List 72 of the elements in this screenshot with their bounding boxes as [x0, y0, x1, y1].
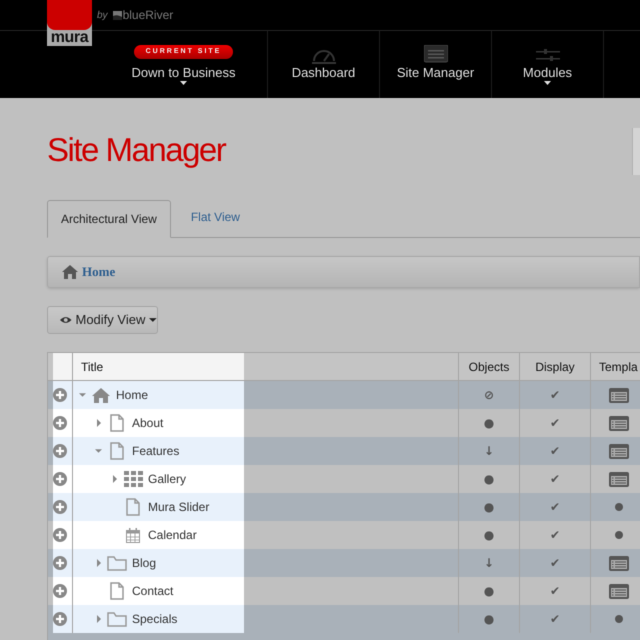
objects-status: ● — [484, 471, 494, 488]
add-icon[interactable] — [53, 416, 67, 430]
page-title-link[interactable]: Blog — [132, 554, 156, 572]
column-header[interactable]: Title — [73, 353, 459, 380]
add-icon[interactable] — [53, 528, 67, 542]
add-icon[interactable] — [53, 556, 67, 570]
add-icon[interactable] — [53, 584, 67, 598]
view-tab[interactable]: Flat View — [170, 199, 260, 237]
collapsed-caret-icon[interactable] — [96, 559, 100, 567]
nav-item[interactable]: Modules — [492, 31, 604, 98]
side-panel-edge — [632, 128, 640, 175]
page-title: Site Manager — [47, 130, 227, 170]
collapsed-caret-icon[interactable] — [96, 615, 100, 623]
collapsed-caret-icon[interactable] — [96, 419, 100, 427]
column-header[interactable]: Display — [520, 353, 591, 380]
display-status: ✔ — [550, 611, 560, 628]
expanded-caret-icon[interactable] — [95, 449, 102, 453]
objects-status: ⊘ — [484, 387, 494, 404]
page-icon — [110, 414, 124, 432]
page-title-link[interactable]: Home — [116, 386, 148, 404]
display-status: ✔ — [550, 555, 560, 572]
objects-status: ● — [484, 499, 494, 516]
display-status: ✔ — [550, 527, 560, 544]
grid-icon — [124, 471, 142, 487]
page-title-link[interactable]: Mura Slider — [148, 498, 210, 516]
page-title-link[interactable]: Calendar — [148, 526, 197, 544]
page-icon — [126, 498, 140, 516]
add-icon[interactable] — [53, 500, 67, 514]
page-icon — [110, 442, 124, 460]
by-label: by — [97, 8, 108, 22]
home-icon — [92, 388, 110, 402]
objects-status: ↓ — [484, 555, 494, 572]
calendar-icon — [126, 528, 140, 542]
page-title-link[interactable]: Contact — [132, 582, 174, 600]
collapsed-caret-icon[interactable] — [112, 475, 116, 483]
column-header[interactable]: Templa — [591, 353, 640, 380]
breadcrumb-link[interactable]: Home — [82, 262, 116, 282]
display-status: ✔ — [550, 415, 560, 432]
list-window-icon — [424, 45, 448, 64]
modify-view-button[interactable]: Modify View — [47, 306, 158, 334]
vendor-name: blueRiver — [122, 7, 174, 24]
vendor-logo-icon — [112, 10, 122, 20]
objects-status: ● — [484, 583, 494, 600]
home-icon — [62, 265, 78, 279]
add-icon[interactable] — [53, 388, 67, 402]
page-icon — [110, 582, 124, 600]
page-title-link[interactable]: About — [132, 414, 164, 432]
objects-status: ● — [484, 415, 494, 432]
logo: mura — [47, 0, 92, 46]
display-status: ✔ — [550, 471, 560, 488]
folder-icon — [107, 612, 127, 626]
view-tab[interactable]: Architectural View — [47, 200, 171, 238]
page-title-link[interactable]: Specials — [132, 610, 178, 628]
add-icon[interactable] — [53, 472, 67, 486]
display-status: ✔ — [550, 499, 560, 516]
page-title-link[interactable]: Gallery — [148, 470, 186, 488]
expanded-caret-icon[interactable] — [79, 393, 86, 397]
display-status: ✔ — [550, 443, 560, 460]
objects-status: ● — [484, 611, 494, 628]
objects-status: ● — [484, 527, 494, 544]
page-title-link[interactable]: Features — [132, 442, 180, 460]
display-status: ✔ — [550, 583, 560, 600]
display-status: ✔ — [550, 387, 560, 404]
nav-item[interactable]: Dashboard — [268, 31, 380, 98]
caret-icon — [149, 318, 157, 322]
nav-item[interactable]: Site Manager — [380, 31, 492, 98]
add-icon[interactable] — [53, 612, 67, 626]
add-icon[interactable] — [53, 444, 67, 458]
folder-icon — [107, 556, 127, 570]
objects-status: ↓ — [484, 443, 494, 460]
column-header[interactable]: Objects — [459, 353, 520, 380]
eye-icon — [60, 316, 72, 324]
